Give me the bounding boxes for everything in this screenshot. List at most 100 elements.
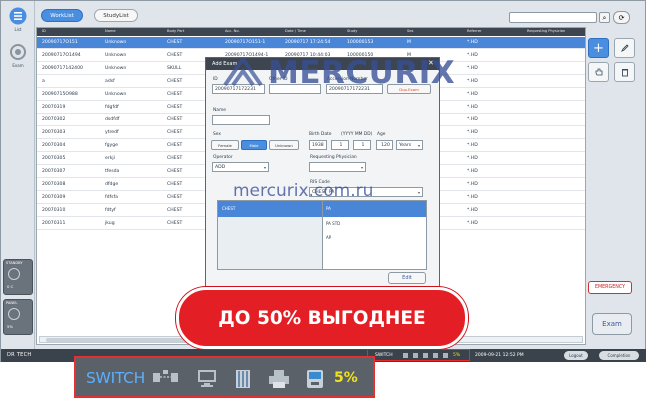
watermark-logo-text: MERCURIX xyxy=(268,55,456,91)
table-cell-id: 20070311 xyxy=(42,220,66,226)
column-header[interactable]: ID xyxy=(42,29,46,33)
sex-label: Sex xyxy=(213,132,222,137)
delete-button[interactable] xyxy=(614,62,635,82)
table-cell-name: fdtyf xyxy=(105,207,116,213)
table-cell-name: Unknown xyxy=(105,52,127,58)
search-input[interactable] xyxy=(509,12,597,23)
table-cell-part: CHEST xyxy=(167,117,183,123)
add-exam-dialog: Add Exam ✕ ID 20090717172231 Other ID Ac… xyxy=(205,57,440,290)
panel-status: PANEL 5% xyxy=(3,299,33,335)
table-cell-id: 20070308 xyxy=(42,181,66,187)
table-cell-id: 20070305 xyxy=(42,156,66,162)
table-cell-part: CHEST xyxy=(167,78,183,84)
operator-value: ADD xyxy=(215,165,226,170)
edit-button[interactable] xyxy=(614,38,635,58)
birth-year-field[interactable]: 1938 xyxy=(309,140,327,150)
table-cell-part: CHEST xyxy=(167,40,183,45)
sex-female-button[interactable]: Female xyxy=(211,140,239,150)
projection-item[interactable]: AP xyxy=(326,235,331,240)
age-field[interactable]: 120 xyxy=(376,140,393,150)
promo-banner[interactable]: ДО 50% ВЫГОДНЕЕ xyxy=(176,287,468,349)
bodypart-item[interactable]: CHEST xyxy=(222,206,235,211)
projection-item[interactable]: PA xyxy=(326,206,331,211)
table-cell-part: CHEST xyxy=(167,104,183,110)
table-cell-ref: *.HD xyxy=(467,169,478,174)
column-header[interactable]: Requesting Physician xyxy=(527,29,565,33)
operator-label: Operator xyxy=(213,155,233,160)
standby-label: STANDBY xyxy=(6,261,23,265)
tab-worklist[interactable]: WorkList xyxy=(41,9,83,22)
table-cell-name: Unknown xyxy=(105,40,127,45)
operator-select[interactable]: ADD ▾ xyxy=(212,162,269,172)
disk-icon xyxy=(307,370,323,388)
table-cell-name: ytredf xyxy=(105,130,119,136)
column-header[interactable]: Name xyxy=(105,29,116,33)
table-cell-name: dsdfdf xyxy=(105,117,120,123)
projection-item[interactable]: PA STD xyxy=(326,221,340,226)
column-header[interactable]: Sex xyxy=(407,29,414,33)
gear-icon xyxy=(10,44,26,60)
table-cell-id: a xyxy=(42,78,45,84)
emergency-button[interactable]: EMERGENCY xyxy=(588,281,632,294)
hand-button[interactable] xyxy=(588,62,609,82)
requesting-physician-select[interactable]: ▾ xyxy=(309,162,366,172)
age-unit-select[interactable]: Years ▾ xyxy=(396,140,423,150)
chevron-down-icon: ▾ xyxy=(360,165,363,170)
birth-date-label: Birth Date xyxy=(309,132,332,137)
add-exam-button[interactable]: + xyxy=(588,38,609,58)
table-row[interactable]: 20090717O151 Unknown CHEST 20090717O151-1 20… xyxy=(37,37,585,49)
bodypart-projection-list: CHEST PA PA STD AP xyxy=(217,200,427,270)
table-cell-id: 20090715O988 xyxy=(42,91,78,97)
table-cell-ref: *.HD xyxy=(467,143,478,149)
table-cell-name: tfesda xyxy=(105,169,120,174)
standby-status: STANDBY 0 C xyxy=(3,259,33,295)
worklist-nav-button[interactable]: List xyxy=(4,5,32,35)
column-header[interactable]: Date / Time xyxy=(285,29,306,33)
switch-percent: 5% xyxy=(334,370,358,386)
table-cell-id: 20090717O1494 xyxy=(42,52,81,58)
top-bar: WorkList StudyList ⌕ ⟳ xyxy=(36,5,642,27)
requesting-physician-label: Requesting Physician xyxy=(310,155,357,160)
column-header[interactable]: Acc. No. xyxy=(225,29,240,33)
birth-month-field[interactable]: 1 xyxy=(331,140,349,150)
left-nav: List Exam STANDBY 0 C PANEL 5% xyxy=(1,1,35,349)
table-cell-name: dfdge xyxy=(105,181,119,187)
column-header[interactable]: Study xyxy=(347,29,357,33)
watermark-logo: MERCURIX xyxy=(213,55,473,91)
table-cell-sex: M xyxy=(407,40,411,45)
sex-male-button[interactable]: Male xyxy=(241,140,267,150)
datetime-label: 2009-09-21 12:52 PM xyxy=(475,353,524,358)
completion-button[interactable]: Completion xyxy=(599,351,639,360)
brand-label: DR TECH xyxy=(7,352,32,358)
battery-icon xyxy=(8,308,20,320)
tab-studylist[interactable]: StudyList xyxy=(94,9,138,22)
exam-button[interactable]: Exam xyxy=(592,313,632,335)
table-cell-name: adsf xyxy=(105,78,115,84)
exam-nav-button[interactable]: Exam xyxy=(4,41,32,71)
column-header[interactable]: Body Part xyxy=(167,29,184,33)
age-unit-value: Years xyxy=(399,143,412,148)
chevron-down-icon: ▾ xyxy=(417,143,420,148)
birth-day-field[interactable]: 1 xyxy=(353,140,371,150)
table-cell-ref: *.HD xyxy=(467,91,478,97)
table-cell-id: 20070304 xyxy=(42,143,66,149)
refresh-icon[interactable]: ⟳ xyxy=(613,11,630,24)
standby-value: 0 C xyxy=(7,284,14,289)
table-cell-id: 20070319 xyxy=(42,104,66,110)
monitor-icon xyxy=(198,370,216,387)
logout-button[interactable]: Logout xyxy=(564,351,588,360)
table-cell-ref: *.HD xyxy=(467,207,478,213)
table-cell-name: Unknown xyxy=(105,91,127,97)
column-header[interactable]: Referrer xyxy=(467,29,482,33)
table-cell-part: CHEST xyxy=(167,156,183,162)
printer-icon xyxy=(269,370,289,388)
table-cell-id: 20090717O151 xyxy=(42,40,78,45)
logo-emblem-icon xyxy=(223,57,263,87)
edit-dialog-button[interactable]: Edit xyxy=(388,272,426,284)
sex-unknown-button[interactable]: Unknown xyxy=(269,140,299,150)
search-icon[interactable]: ⌕ xyxy=(599,12,610,23)
name-field[interactable] xyxy=(212,115,270,125)
exam-nav-label: Exam xyxy=(12,63,24,68)
table-cell-name: jkug xyxy=(105,220,115,226)
table-cell-ref: *.HD xyxy=(467,104,478,110)
